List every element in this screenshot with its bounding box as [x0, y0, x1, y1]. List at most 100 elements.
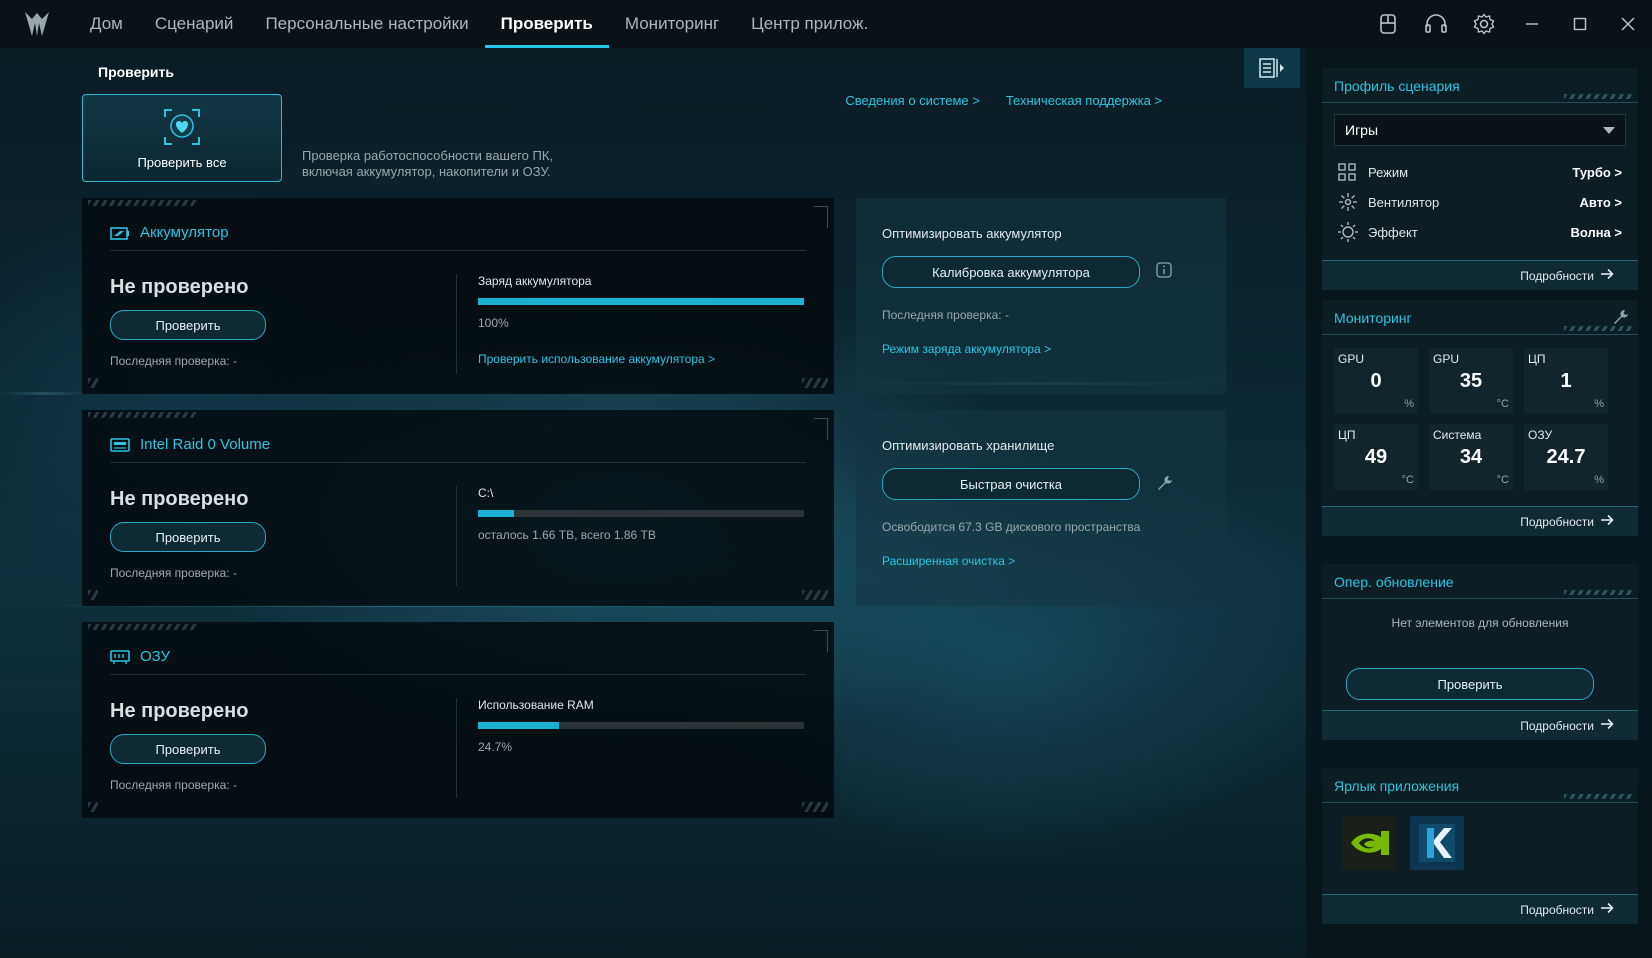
storage-status: Не проверено: [110, 488, 249, 510]
monitor-label: Система: [1433, 428, 1482, 442]
nav-app-center[interactable]: Центр прилож.: [735, 0, 884, 48]
card-corner: [88, 378, 98, 388]
ram-usage-label: Использование RAM: [478, 698, 594, 712]
battery-charge-value: 100%: [478, 316, 509, 330]
monitor-value: 1: [1560, 370, 1572, 392]
predator-logo-icon[interactable]: [0, 0, 74, 48]
card-title: Intel Raid 0 Volume: [140, 436, 271, 453]
nav-home[interactable]: Дом: [74, 0, 139, 48]
battery-usage-link[interactable]: Проверить использование аккумулятора >: [478, 352, 715, 366]
info-icon[interactable]: [1156, 262, 1172, 281]
profile-row-label: Вентилятор: [1368, 194, 1440, 210]
battery-icon: [110, 226, 129, 240]
monitor-tile-cpu-usage: ЦП 1 %: [1524, 348, 1608, 414]
app-shortcut-title: Ярлык приложения: [1334, 778, 1460, 794]
card-header: Аккумулятор: [110, 224, 229, 241]
check-updates-button[interactable]: Проверить: [1346, 668, 1594, 700]
check-all-description: Проверка работоспособности вашего ПК, вк…: [302, 148, 602, 180]
check-battery-button[interactable]: Проверить: [110, 310, 266, 340]
card-header: Intel Raid 0 Volume: [110, 436, 270, 453]
monitor-unit: %: [1594, 474, 1604, 486]
app-window: Дом Сценарий Персональные настройки Пров…: [0, 0, 1652, 958]
system-info-link[interactable]: Сведения о системе >: [845, 93, 980, 108]
close-icon[interactable]: [1604, 0, 1652, 48]
check-storage-button[interactable]: Проверить: [110, 522, 266, 552]
drive-label: C:\: [478, 486, 494, 500]
settings-icon[interactable]: [1460, 0, 1508, 48]
battery-calibration-button[interactable]: Калибровка аккумулятора: [882, 256, 1140, 288]
monitoring-details-link[interactable]: Подробности: [1322, 506, 1638, 536]
card-vertical-divider: [456, 698, 457, 798]
monitor-value: 0: [1370, 370, 1382, 392]
profile-row-value: Авто >: [1579, 194, 1622, 210]
nvidia-icon[interactable]: [1342, 816, 1396, 870]
grid-mode-icon: [1338, 163, 1360, 181]
profile-row-mode[interactable]: Режим Турбо >: [1338, 160, 1622, 184]
no-updates-text: Нет элементов для обновления: [1391, 616, 1569, 630]
optimize-battery-panel: Оптимизировать аккумулятор Калибровка ак…: [856, 198, 1226, 394]
title-underline: [1322, 802, 1638, 803]
monitor-label: GPU: [1338, 352, 1365, 366]
profile-select[interactable]: Игры: [1334, 114, 1626, 146]
title-hatch: [1564, 590, 1634, 595]
page-title: Проверить: [98, 64, 174, 80]
card-header: ОЗУ: [110, 648, 170, 665]
card-corner: [802, 590, 828, 600]
maximize-icon[interactable]: [1556, 0, 1604, 48]
optimize-storage-title: Оптимизировать хранилище: [882, 438, 1055, 453]
monitor-unit: °C: [1496, 398, 1509, 410]
live-update-card: Опер. обновление Нет элементов для обнов…: [1322, 564, 1638, 740]
card-title: Аккумулятор: [140, 224, 229, 241]
light-effect-icon: [1338, 222, 1360, 242]
monitor-tile-cpu-temp: ЦП 49 °C: [1334, 424, 1418, 490]
nav-monitoring[interactable]: Мониторинг: [609, 0, 735, 48]
nav-personal-settings[interactable]: Персональные настройки: [249, 0, 484, 48]
monitor-label: ЦП: [1338, 428, 1356, 442]
profile-details-link[interactable]: Подробности: [1322, 260, 1638, 290]
nav-check[interactable]: Проверить: [484, 0, 610, 48]
title-underline: [1322, 598, 1638, 599]
sidebar-toggle-button[interactable]: [1244, 48, 1300, 88]
card-divider: [110, 462, 806, 463]
monitoring-card: Мониторинг GPU 0 % GPU 35 °C ЦП 1 % ЦП 4…: [1322, 300, 1638, 536]
card-corner: [814, 630, 828, 652]
details-label: Подробности: [1520, 268, 1594, 283]
panel-collapse-icon: [1259, 58, 1284, 78]
optimize-battery-title: Оптимизировать аккумулятор: [882, 226, 1062, 241]
app-shortcut-card: Ярлык приложения Подробности: [1322, 768, 1638, 924]
last-check-text: Последняя проверка: -: [110, 354, 237, 368]
drive-space-value: осталось 1.66 TB, всего 1.86 TB: [478, 528, 656, 542]
update-details-link[interactable]: Подробности: [1322, 710, 1638, 740]
tech-support-link[interactable]: Техническая поддержка >: [1006, 93, 1162, 108]
wrench-icon[interactable]: [1156, 474, 1174, 495]
advanced-cleanup-link[interactable]: Расширенная очистка >: [882, 554, 1015, 568]
profile-row-fan[interactable]: Вентилятор Авто >: [1338, 190, 1622, 214]
killer-icon[interactable]: [1410, 816, 1464, 870]
keyboard-icon[interactable]: [1364, 0, 1412, 48]
monitor-tile-gpu-usage: GPU 0 %: [1334, 348, 1418, 414]
minimize-icon[interactable]: [1508, 0, 1556, 48]
nav-scenario[interactable]: Сценарий: [139, 0, 250, 48]
profile-row-effect[interactable]: Эффект Волна >: [1338, 220, 1622, 244]
title-hatch: [1564, 94, 1634, 99]
battery-charge-mode-link[interactable]: Режим заряда аккумулятора >: [882, 342, 1051, 356]
monitor-unit: °C: [1401, 474, 1414, 486]
progress-fill: [478, 298, 804, 305]
cleanup-space-text: Освободится 67.3 GB дискового пространст…: [882, 520, 1141, 534]
card-corner: [88, 590, 98, 600]
headset-icon[interactable]: [1412, 0, 1460, 48]
profile-row-value: Волна >: [1570, 224, 1622, 240]
drive-usage-bar: [478, 510, 804, 517]
arrow-right-icon: [1600, 268, 1614, 283]
top-links: Сведения о системе > Техническая поддерж…: [845, 93, 1162, 108]
quick-cleanup-button[interactable]: Быстрая очистка: [882, 468, 1140, 500]
shortcut-details-link[interactable]: Подробности: [1322, 894, 1638, 924]
check-all-button[interactable]: Проверить все: [82, 94, 282, 182]
card-vertical-divider: [456, 486, 457, 586]
card-divider: [110, 674, 806, 675]
check-ram-button[interactable]: Проверить: [110, 734, 266, 764]
card-divider: [110, 250, 806, 251]
monitor-value: 49: [1364, 446, 1388, 468]
storage-card: Intel Raid 0 Volume Не проверено Провери…: [82, 410, 834, 606]
ram-usage-value: 24.7%: [478, 740, 513, 754]
